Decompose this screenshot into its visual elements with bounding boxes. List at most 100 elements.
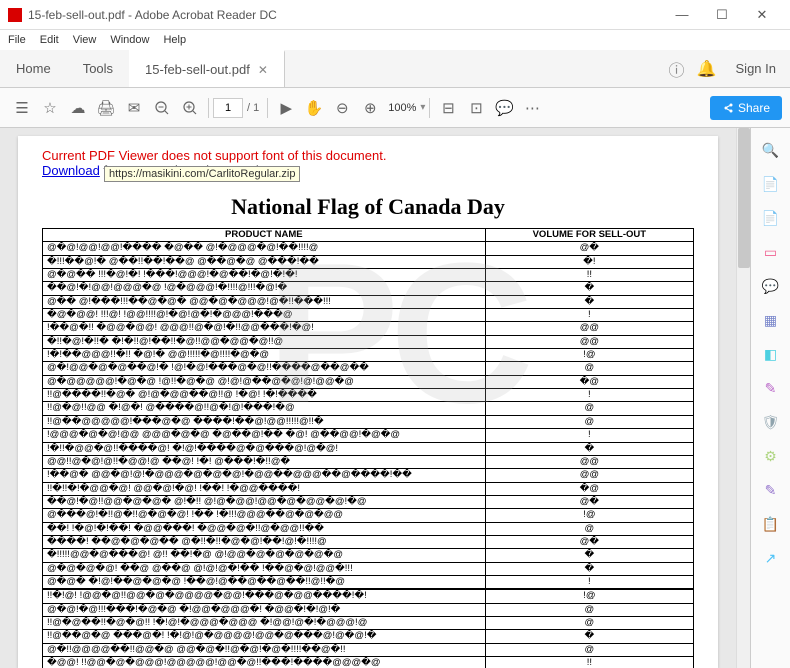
table-row: �@@! !!@@�@�@@@!@@@@@!@@�@!!���!����@@@�… (43, 657, 694, 668)
product-cell: ��! !�@!�!��! �@@���! �@@�@�!!@�@@!!�� (43, 522, 486, 535)
document-heading: National Flag of Canada Day (42, 194, 694, 220)
product-cell: !�!!�@@�@!!����@! �!@!����@�@���@!@�@! (43, 442, 486, 455)
info-icon[interactable]: ⓘ (662, 57, 692, 81)
product-cell: !!�!!�!�@@�@! @@�@!�@! !��! !�@@����! (43, 482, 486, 495)
pointer-icon[interactable]: ▶ (272, 94, 300, 122)
volume-cell: � (485, 549, 693, 562)
tab-tools[interactable]: Tools (67, 50, 129, 87)
organize-icon[interactable]: ◧ (757, 340, 785, 368)
optimize-icon[interactable]: ⚙ (757, 442, 785, 470)
table-row: @�@� �!@!��@�@�@ !��@!@��@��@��!!@!!�@! (43, 575, 694, 588)
tab-document-label: 15-feb-sell-out.pdf (145, 62, 250, 77)
table-row: @�!!@@@@��!!@@�@ @@�@�!!@�@!�@�!!!!��@�!… (43, 643, 694, 656)
product-cell: ��@!�@!!@@�@�@� @!�!! @!@�@@!@@�@�@@�@!�… (43, 495, 486, 508)
more-icon[interactable]: ⋯ (518, 94, 546, 122)
edit-pdf-icon[interactable]: ▭ (757, 238, 785, 266)
sidebar-toggle-icon[interactable]: ☰ (8, 94, 36, 122)
cloud-icon[interactable]: ☁ (64, 94, 92, 122)
menu-view[interactable]: View (73, 34, 97, 46)
share-button[interactable]: Share (710, 96, 782, 120)
table-row: !��@�!! �@@�@@! @@@!!@�@!�!!@@���!�@!@@ (43, 322, 694, 335)
product-cell: !!�!@! !@@�@!!@@�@�@@@@�@@!���@�@@����!�… (43, 590, 486, 603)
product-cell: !!@��@�@ ���@�! !�!@!@�@@@@!@@�@���@!@�@… (43, 630, 486, 643)
volume-cell: !@ (485, 509, 693, 522)
zoom-in-icon[interactable] (176, 94, 204, 122)
table-row: !!@��@�@ ���@�! !�!@!@�@@@@!@@�@���@!@�@… (43, 630, 694, 643)
table-row: �!!!!!@@�@���@! @!! ��!�@ @!@@�@�@�@�@�@… (43, 549, 694, 562)
page-number-input[interactable] (213, 98, 243, 118)
menu-window[interactable]: Window (110, 34, 149, 46)
volume-cell: ! (485, 575, 693, 588)
table-row: �!!�@!�!!� �!�!!@!��!!�@!!@@�@@�@!!@@@ (43, 335, 694, 348)
close-button[interactable]: ✕ (742, 7, 782, 23)
volume-cell: @� (485, 535, 693, 548)
data-table: PRODUCT NAME VOLUME FOR SELL-OUT @�@!@@!… (42, 228, 694, 668)
comment-icon[interactable]: 💬 (490, 94, 518, 122)
menu-help[interactable]: Help (163, 34, 186, 46)
tab-home[interactable]: Home (0, 50, 67, 87)
menu-edit[interactable]: Edit (40, 34, 59, 46)
redact-icon[interactable]: ✎ (757, 374, 785, 402)
mail-icon[interactable]: ✉ (120, 94, 148, 122)
combine-icon[interactable]: ▦ (757, 306, 785, 334)
volume-cell: @ (485, 362, 693, 375)
table-row: @�@@@@@!�@�@ !@!!�@�@ @!@!@��@�@!@!@@�@�… (43, 375, 694, 388)
table-row: @�@�� !!!�@!�! !���!@@@!�@��!�@!�!�!!! (43, 269, 694, 282)
volume-cell: �@ (485, 482, 693, 495)
product-cell: @�@�@�@! ��@ @��@ @!@!@�!�� !��@�@!@@�!!… (43, 562, 486, 575)
table-row: ����! ��@�@�@�� @�!!�!!�@�@!��!@!�!!!!@@… (43, 535, 694, 548)
product-cell: @�!!@@@@��!!@@�@ @@�@�!!@�@!�@�!!!!��@�!… (43, 643, 486, 656)
product-cell: @�@�� !!!�@!�! !���!@@@!�@��!�@!�!�! (43, 269, 486, 282)
tab-document[interactable]: 15-feb-sell-out.pdf ✕ (129, 50, 285, 87)
product-cell: !��@� @@�@!@!�@@@�@�@�@!�@@��@@@��@����!… (43, 469, 486, 482)
fit-page-icon[interactable]: ⊡ (462, 94, 490, 122)
menu-file[interactable]: File (8, 34, 26, 46)
product-cell: @�@!@@!@@!���� �@�� @!�@@@�@!��!!!!@ (43, 242, 486, 255)
comment-tool-icon[interactable]: 💬 (757, 272, 785, 300)
product-cell: !@@@�@�@!@@ @@@�@�@ �@��@!�� �@! @��@@!�… (43, 429, 486, 442)
plus-icon[interactable]: ⊕ (356, 94, 384, 122)
zoom-out-icon[interactable] (148, 94, 176, 122)
table-row: @�� @!���!!!��@�@� @@�@�@@@!@�!!���!!!� (43, 295, 694, 308)
product-cell: �@@! !!@@�@�@@@!@@@@@!@@�@!!���!����@@@�… (43, 657, 486, 668)
table-row: @�@!@@!@@!���� �@�� @!�@@@�@!��!!!!@@� (43, 242, 694, 255)
table-row: @�!@@�@�@��@!� !@!�@!���@�@!!����@��@��@ (43, 362, 694, 375)
search-tool-icon[interactable]: 🔍 (757, 136, 785, 164)
bell-icon[interactable]: 🔔 (692, 59, 722, 79)
create-pdf-icon[interactable]: 📄 (757, 204, 785, 232)
pdf-page: Current PDF Viewer does not support font… (18, 136, 718, 668)
export-pdf-icon[interactable]: 📄 (757, 170, 785, 198)
product-cell: @�� @!���!!!��@�@� @@�@�@@@!@�!!���!!! (43, 295, 486, 308)
share-tool-icon[interactable]: ↗ (757, 544, 785, 572)
table-row: ��@!�@!!@@�@�@� @!�!! @!@�@@!@@�@�@@�@!�… (43, 495, 694, 508)
product-cell: @�@!�@!!!���!�@�@ �!@@�@@@�! �@@�!�!@!� (43, 603, 486, 616)
minimize-button[interactable]: — (662, 7, 702, 22)
fill-sign-icon[interactable]: ✎ (757, 476, 785, 504)
table-row: �@�@@! !!!@! !@@!!!!@!�@!@�!�@@@!���@! (43, 309, 694, 322)
download-link[interactable]: Download (42, 163, 100, 178)
tab-close-icon[interactable]: ✕ (258, 63, 268, 77)
send-icon[interactable]: 📋 (757, 510, 785, 538)
pdf-file-icon (8, 8, 22, 22)
print-icon[interactable]: 🖨 (92, 94, 120, 122)
protect-icon[interactable]: 🛡 (757, 408, 785, 436)
table-row: !!@�@!!@@ �!@�! @����@!!@�!@!���!�@@ (43, 402, 694, 415)
zoom-select[interactable]: 100% (384, 100, 420, 116)
link-tooltip: https://masikini.com/CarlitoRegular.zip (104, 166, 300, 182)
table-row: @���@!�!!@�!!@�@�@! !�� !�!!!@@@��@�@�@@… (43, 509, 694, 522)
volume-cell: !! (485, 657, 693, 668)
maximize-button[interactable]: ☐ (702, 7, 742, 23)
sign-in-button[interactable]: Sign In (722, 61, 790, 76)
table-row: !@@@�@�@!@@ @@@�@�@ �@��@!�� �@! @��@@!�… (43, 429, 694, 442)
scrollbar-thumb[interactable] (738, 128, 750, 268)
product-cell: !��@�!! �@@�@@! @@@!!@�@!�!!@@���!�@! (43, 322, 486, 335)
star-icon[interactable]: ☆ (36, 94, 64, 122)
product-cell: @@!!@�@!@!!�@@!@ ��@! !�! @���!�!!@� (43, 455, 486, 468)
product-cell: !!@�@!!@@ �!@�! @����@!!@�!@!���!�@ (43, 402, 486, 415)
volume-cell: @ (485, 522, 693, 535)
warning-text: Current PDF Viewer does not support font… (42, 148, 386, 163)
fit-width-icon[interactable]: ⊟ (434, 94, 462, 122)
minus-icon[interactable]: ⊖ (328, 94, 356, 122)
vertical-scrollbar[interactable] (736, 128, 750, 668)
hand-icon[interactable]: ✋ (300, 94, 328, 122)
